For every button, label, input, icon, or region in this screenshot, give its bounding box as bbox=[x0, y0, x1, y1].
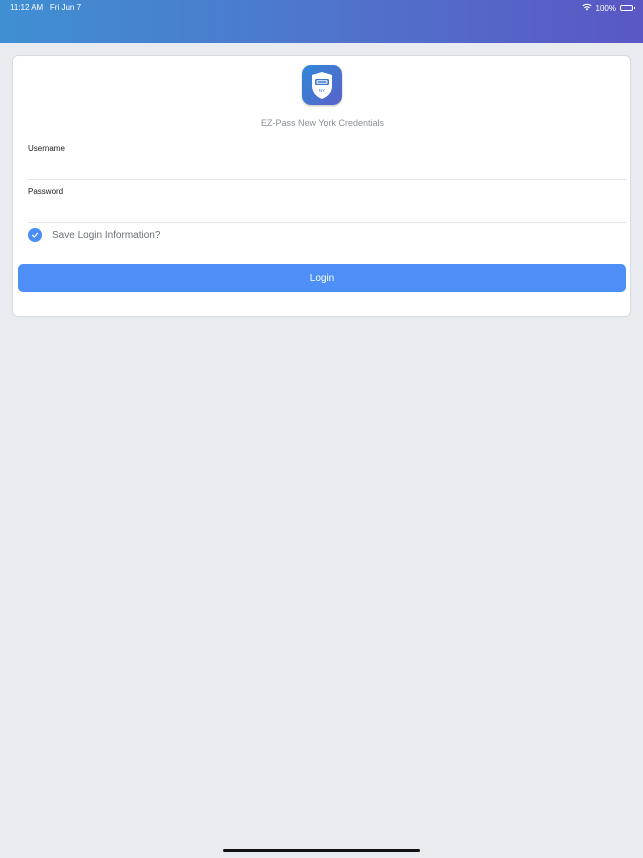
wifi-icon bbox=[581, 3, 592, 13]
home-indicator bbox=[223, 849, 420, 852]
username-field[interactable] bbox=[28, 156, 626, 174]
app-header: 11:12 AM Fri Jun 7 100% bbox=[0, 0, 643, 43]
password-divider bbox=[28, 222, 626, 223]
status-indicators: 100% bbox=[581, 3, 635, 13]
battery-icon bbox=[620, 5, 635, 11]
login-card: NY EZ-Pass New York Credentials Username… bbox=[12, 55, 631, 317]
password-label: Password bbox=[28, 187, 64, 196]
app-icon: NY bbox=[302, 65, 342, 105]
username-divider bbox=[28, 179, 626, 180]
status-date: Fri Jun 7 bbox=[49, 3, 82, 12]
status-bar: 11:12 AM Fri Jun 7 100% bbox=[0, 0, 643, 16]
login-button[interactable]: Login bbox=[18, 264, 626, 292]
battery-percent: 100% bbox=[595, 3, 616, 13]
app-icon-label: NY bbox=[319, 88, 325, 93]
save-login-label: Save Login Information? bbox=[52, 229, 161, 241]
password-field[interactable] bbox=[28, 199, 626, 217]
page-subtitle: EZ-Pass New York Credentials bbox=[260, 118, 385, 128]
status-time: 11:12 AM Fri Jun 7 bbox=[10, 3, 81, 12]
username-label: Username bbox=[28, 144, 65, 153]
save-login-toggle[interactable]: Save Login Information? bbox=[28, 228, 160, 242]
status-clock: 11:12 AM bbox=[10, 3, 44, 12]
checkmark-icon[interactable] bbox=[28, 228, 42, 242]
